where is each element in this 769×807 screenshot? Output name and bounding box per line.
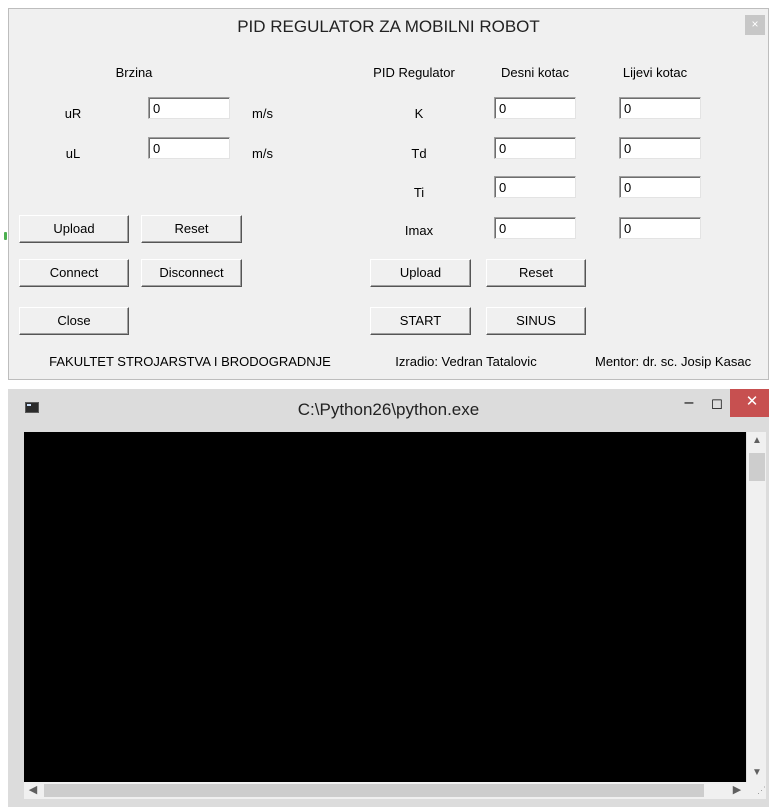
console-titlebar[interactable]: C:\Python26\python.exe – ☐ ✕ — [8, 389, 769, 431]
console-output-area[interactable] — [24, 432, 746, 782]
minimize-icon[interactable]: – — [676, 395, 702, 417]
scroll-down-icon[interactable]: ▼ — [747, 764, 767, 782]
vertical-scrollbar[interactable]: ▲ ▼ — [746, 432, 766, 782]
pid-row-label: Imax — [404, 223, 434, 238]
author-label: Izradio: Vedran Tatalovic — [395, 354, 537, 369]
pid-regulator-window: PID REGULATOR ZA MOBILNI ROBOT × Brzina … — [8, 8, 769, 380]
pid-row-label: Ti — [413, 185, 425, 200]
horizontal-scrollbar[interactable]: ◀ ▶ — [24, 782, 746, 799]
pid-row-label: Td — [411, 146, 427, 161]
imax-right-input[interactable] — [494, 217, 576, 239]
window-title: PID REGULATOR ZA MOBILNI ROBOT — [237, 17, 540, 36]
uR-unit: m/s — [252, 106, 273, 121]
console-window: C:\Python26\python.exe – ☐ ✕ ▲ ▼ ◀ ▶ ⋰ — [8, 389, 769, 807]
upload-pid-button[interactable]: Upload — [370, 259, 471, 287]
vertical-scroll-thumb[interactable] — [749, 453, 765, 481]
pid-titlebar[interactable]: PID REGULATOR ZA MOBILNI ROBOT × — [9, 9, 768, 45]
td-left-input[interactable] — [619, 137, 701, 159]
horizontal-scroll-thumb[interactable] — [44, 784, 704, 797]
window-edge-marker — [4, 232, 7, 240]
uL-unit: m/s — [252, 146, 273, 161]
scroll-left-icon[interactable]: ◀ — [24, 782, 42, 799]
k-right-input[interactable] — [494, 97, 576, 119]
console-app-icon[interactable] — [25, 402, 39, 413]
right-wheel-header: Desni kotac — [501, 65, 569, 80]
pid-row-label: K — [414, 106, 424, 121]
start-button[interactable]: START — [370, 307, 471, 335]
imax-left-input[interactable] — [619, 217, 701, 239]
pid-regulator-header: PID Regulator — [373, 65, 455, 80]
disconnect-button[interactable]: Disconnect — [141, 259, 242, 287]
uL-label: uL — [65, 146, 81, 161]
connect-button[interactable]: Connect — [19, 259, 129, 287]
console-title: C:\Python26\python.exe — [297, 400, 480, 419]
uR-label: uR — [64, 106, 82, 121]
reset-speed-button[interactable]: Reset — [141, 215, 242, 243]
upload-speed-button[interactable]: Upload — [19, 215, 129, 243]
uL-input[interactable] — [148, 137, 230, 159]
resize-grip-icon[interactable]: ⋰ — [746, 782, 766, 799]
scroll-up-icon[interactable]: ▲ — [747, 432, 767, 450]
reset-pid-button[interactable]: Reset — [486, 259, 586, 287]
uR-input[interactable] — [148, 97, 230, 119]
td-right-input[interactable] — [494, 137, 576, 159]
ti-left-input[interactable] — [619, 176, 701, 198]
speed-header: Brzina — [115, 65, 153, 80]
k-left-input[interactable] — [619, 97, 701, 119]
sinus-button[interactable]: SINUS — [486, 307, 586, 335]
close-icon[interactable]: ✕ — [730, 389, 769, 417]
left-wheel-header: Lijevi kotac — [622, 65, 688, 80]
scroll-right-icon[interactable]: ▶ — [728, 782, 746, 799]
close-button[interactable]: Close — [19, 307, 129, 335]
faculty-label: FAKULTET STROJARSTVA I BRODOGRADNJE — [49, 354, 331, 369]
maximize-icon[interactable]: ☐ — [704, 395, 730, 417]
mentor-label: Mentor: dr. sc. Josip Kasac — [595, 354, 752, 369]
ti-right-input[interactable] — [494, 176, 576, 198]
close-icon[interactable]: × — [745, 15, 765, 35]
